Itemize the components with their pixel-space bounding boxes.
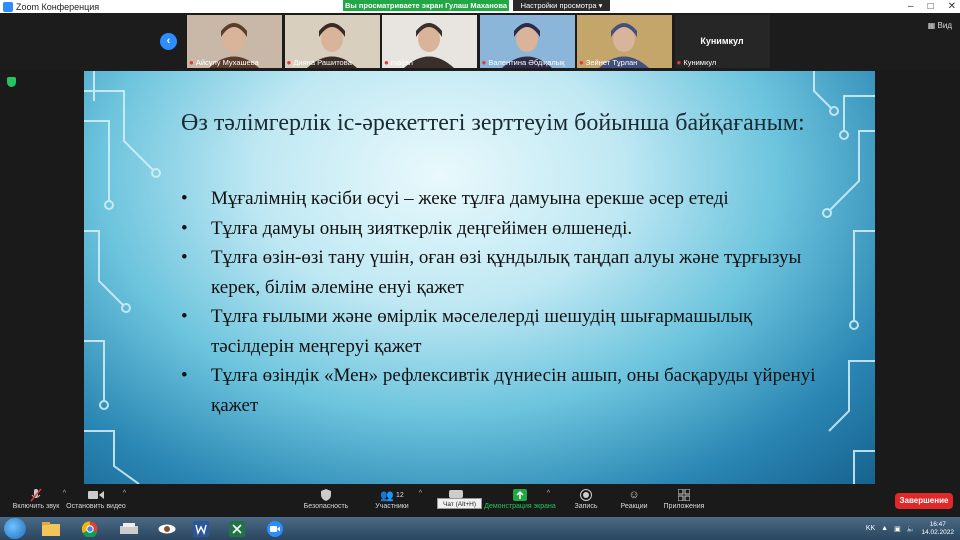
participant-tile[interactable]: ● maijan bbox=[382, 15, 477, 68]
participant-name-label: ● maijan bbox=[384, 58, 413, 67]
sharing-banner: Вы просматриваете экран Гулаш Маханова bbox=[343, 0, 509, 11]
slide-bullet: Тұлға өзіндік «Мен» рефлексивтік дүниесі… bbox=[181, 361, 821, 420]
right-margin bbox=[875, 71, 960, 484]
clock[interactable]: 16:47 14.02.2022 bbox=[921, 521, 954, 537]
left-margin bbox=[0, 71, 84, 484]
participants-count: 12 bbox=[395, 491, 404, 499]
system-tray: KK ▲ ▣ 🔈 16:47 14.02.2022 bbox=[866, 519, 954, 538]
participant-tile[interactable]: ● Зейнет Тұрлан bbox=[577, 15, 672, 68]
security-label: Безопасность bbox=[303, 503, 349, 510]
participants-label: Участники bbox=[375, 503, 409, 510]
start-button[interactable] bbox=[4, 518, 26, 539]
tray-arrow-icon[interactable]: ▲ bbox=[881, 525, 888, 532]
muted-mic-icon: ● bbox=[676, 58, 682, 67]
share-screen-label: Демонстрация экрана bbox=[484, 503, 556, 510]
explorer-icon[interactable] bbox=[36, 519, 66, 538]
shield-icon[interactable] bbox=[7, 77, 16, 87]
slide-bullet: Тұлға ғылыми және өмірлік мәселелерді ше… bbox=[181, 302, 821, 361]
window-title: Zoom Конференция bbox=[16, 1, 100, 12]
participant-display-name: Кунимкул bbox=[700, 36, 744, 46]
apps-label: Приложения bbox=[663, 503, 705, 510]
participant-name: Айсулу Мухашева bbox=[195, 58, 259, 67]
zoom-app-icon[interactable] bbox=[260, 519, 290, 538]
language-indicator[interactable]: KK bbox=[866, 525, 875, 532]
close-icon[interactable]: ✕ bbox=[948, 1, 956, 12]
slide-title: Өз тәлімгерлік іс-әрекеттегі зерттеуім б… bbox=[181, 110, 805, 136]
slide-bullets: Мұғалімнің кәсіби өсуі – жеке тұлға даму… bbox=[181, 184, 821, 420]
stop-video-button[interactable]: Остановить видео ^ bbox=[60, 487, 132, 515]
volume-icon[interactable]: 🔈 bbox=[907, 525, 916, 533]
share-arrow-icon bbox=[484, 487, 556, 503]
participant-tile[interactable]: ● Айсулу Мухашева bbox=[187, 15, 282, 68]
participant-name: Дияна Рашитова bbox=[293, 58, 352, 67]
security-button[interactable]: Безопасность bbox=[290, 487, 362, 515]
muted-mic-icon: ● bbox=[579, 58, 584, 67]
participant-tile[interactable]: ● Валентина Әбдіқалық bbox=[479, 15, 575, 68]
people-icon: 👥 bbox=[380, 489, 394, 502]
gallery-prev-button[interactable]: ‹ bbox=[160, 33, 177, 50]
shield-icon bbox=[290, 487, 362, 503]
participant-name: Кунимкул bbox=[683, 58, 717, 67]
video-options-caret[interactable]: ^ bbox=[123, 490, 126, 497]
eye-icon[interactable] bbox=[152, 519, 182, 538]
apps-icon bbox=[648, 487, 720, 503]
participant-name: Валентина Әбдіқалық bbox=[488, 58, 565, 67]
chevron-left-icon: ‹ bbox=[166, 35, 171, 47]
windows-taskbar: KK ▲ ▣ 🔈 16:47 14.02.2022 bbox=[0, 517, 960, 540]
meeting-toolbar: Включить звук ^ Остановить видео ^ Безоп… bbox=[0, 484, 960, 517]
participant-name-label: ● Валентина Әбдіқалық bbox=[482, 58, 565, 67]
excel-icon[interactable] bbox=[222, 519, 252, 538]
window-controls: – □ ✕ bbox=[908, 0, 956, 13]
clock-time: 16:47 bbox=[929, 520, 946, 528]
slide-bullet: Тұлға дамуы оның зияткерлік деңгейімен ө… bbox=[181, 214, 821, 244]
zoom-window: Zoom Конференция – □ ✕ Вы просматриваете… bbox=[0, 0, 960, 540]
slide-bullet: Мұғалімнің кәсіби өсуі – жеке тұлға даму… bbox=[181, 184, 821, 214]
slide-bullet: Тұлға өзін-өзі тану үшін, оған өзі құнды… bbox=[181, 243, 821, 302]
video-camera-icon bbox=[60, 487, 132, 503]
participant-name-label: ● Кунимкул bbox=[677, 58, 717, 67]
participants-button[interactable]: 👥 12 Участники ^ bbox=[356, 487, 428, 515]
chevron-down-icon: ▾ bbox=[598, 1, 603, 10]
chrome-icon[interactable] bbox=[75, 519, 105, 538]
participant-gallery: ‹ ● Айсулу Мухашева ● Дияна Рашитова ● maijan… bbox=[0, 13, 960, 71]
grid-icon: ▦ bbox=[927, 21, 936, 30]
muted-mic-icon: ● bbox=[481, 58, 487, 67]
participant-tile[interactable]: ● Дияна Рашитова bbox=[284, 15, 380, 68]
view-settings-button[interactable]: Настройки просмотра ▾ bbox=[513, 0, 610, 11]
participant-name-label: ● Зейнет Тұрлан bbox=[579, 58, 637, 67]
zoom-logo-icon bbox=[3, 1, 13, 12]
minimize-icon[interactable]: – bbox=[908, 1, 914, 12]
end-meeting-button[interactable]: Завершение bbox=[895, 493, 953, 509]
muted-mic-icon: ● bbox=[189, 58, 194, 67]
maximize-icon[interactable]: □ bbox=[928, 1, 934, 12]
chat-tooltip: Чат (Alt+H) bbox=[437, 498, 482, 509]
apps-button[interactable]: Приложения bbox=[648, 487, 720, 515]
view-toggle[interactable]: ▦ Вид bbox=[928, 21, 952, 30]
shared-screen-slide: Өз тәлімгерлік іс-әрекеттегі зерттеуім б… bbox=[84, 71, 875, 484]
participant-name: Зейнет Тұрлан bbox=[585, 58, 638, 67]
participant-name-label: ● Дияна Рашитова bbox=[287, 58, 352, 67]
participant-name: maijan bbox=[390, 58, 413, 67]
word-icon[interactable] bbox=[186, 519, 216, 538]
share-screen-button[interactable]: Демонстрация экрана ^ bbox=[484, 487, 556, 515]
muted-mic-icon: ● bbox=[384, 58, 389, 67]
network-icon[interactable]: ▣ bbox=[894, 525, 901, 533]
clock-date: 14.02.2022 bbox=[921, 528, 954, 536]
stop-video-label: Остановить видео bbox=[66, 503, 126, 510]
scanner-icon[interactable] bbox=[114, 519, 144, 538]
participant-tile[interactable]: Кунимкул ● Кунимкул bbox=[674, 15, 770, 68]
participant-name-label: ● Айсулу Мухашева bbox=[189, 58, 259, 67]
view-settings-label: Настройки просмотра bbox=[520, 1, 597, 10]
view-toggle-label: Вид bbox=[937, 21, 952, 30]
muted-mic-icon: ● bbox=[286, 58, 292, 67]
